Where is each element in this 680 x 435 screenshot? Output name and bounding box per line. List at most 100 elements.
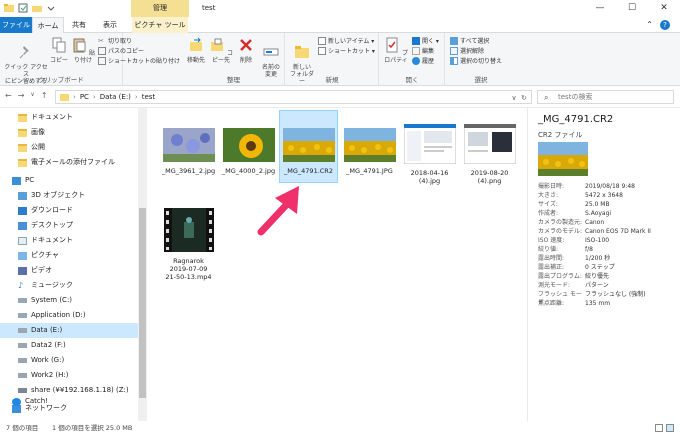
nav-item-public[interactable]: 公開 [0, 140, 138, 155]
folder-icon[interactable] [4, 3, 14, 13]
delete-button[interactable]: 削除 [237, 37, 255, 64]
tab-share[interactable]: 共有 [66, 17, 92, 33]
nav-item-pc[interactable]: PC [0, 173, 138, 188]
tab-home[interactable]: ホーム [32, 17, 64, 34]
shortcut-button[interactable]: ショートカット ▾ [318, 46, 375, 55]
properties-icon[interactable] [18, 3, 28, 13]
nav-item-label: 公開 [31, 143, 45, 151]
paste-button[interactable]: 貼り付け [70, 37, 96, 64]
forward-arrow-icon[interactable]: → [18, 91, 25, 100]
tab-picture-tools[interactable]: ピクチャ ツール [132, 17, 188, 33]
3d-objects-icon [18, 191, 27, 200]
copy-to-button[interactable]: コピー先 [209, 37, 233, 64]
select-all-button[interactable]: すべて選択 [450, 36, 489, 45]
nav-item-documents-quick[interactable]: ドキュメント [0, 110, 138, 125]
nav-item-label: Data2 (F:) [31, 341, 66, 349]
breadcrumb-data-drive[interactable]: Data (E:) [100, 93, 131, 101]
chevron-up-icon[interactable]: ⌃ [646, 20, 653, 30]
copy-path-label: パスのコピー [108, 48, 145, 55]
refresh-icon[interactable]: ↻ [521, 94, 527, 102]
address-bar[interactable]: › PC › Data (E:) › test ∨ ↻ [55, 90, 532, 104]
history-button[interactable]: 履歴 [412, 56, 434, 65]
rename-button[interactable]: 名前の 変更 [259, 37, 283, 78]
select-none-button[interactable]: 選択解除 [450, 46, 484, 55]
detail-value[interactable]: 2019/08/18 9:48 [585, 183, 635, 191]
move-to-button[interactable]: 移動先 [185, 37, 207, 64]
up-arrow-icon[interactable]: ↑ [41, 91, 48, 100]
detail-value[interactable]: S.Aoyagi [585, 210, 611, 218]
nav-item-videos[interactable]: ビデオ [0, 263, 138, 278]
detail-value[interactable]: 1/200 秒 [585, 255, 610, 263]
select-group-label: 選択 [474, 76, 488, 84]
nav-item-data2-f[interactable]: Data2 (F:) [0, 338, 138, 353]
flowers-thumbnail [162, 128, 215, 162]
back-arrow-icon[interactable]: ← [5, 91, 12, 100]
nav-item-work-g[interactable]: Work (G:) [0, 353, 138, 368]
file-item[interactable]: _MG_4791.JPG [340, 128, 399, 175]
nav-item-desktop[interactable]: デスクトップ [0, 218, 138, 233]
new-folder-icon[interactable] [32, 3, 42, 13]
file-item[interactable]: _MG_4000_2.jpg [219, 128, 278, 175]
breadcrumb-separator-icon: › [73, 93, 76, 101]
large-icons-view-icon[interactable] [666, 424, 674, 432]
edit-button[interactable]: 編集 [412, 46, 434, 55]
file-item[interactable]: 2019-08-20 (4).png [460, 123, 519, 185]
recent-dropdown-icon[interactable]: ∨ [30, 91, 34, 100]
nav-item-images[interactable]: 画像 [0, 125, 138, 140]
detail-value[interactable]: Canon [585, 219, 604, 227]
detail-value[interactable]: ISO-100 [585, 237, 609, 245]
help-icon[interactable]: ? [660, 20, 670, 30]
ribbon-group-select: すべて選択 選択解除 選択の切り替え 選択 [446, 33, 516, 86]
navigation-pane: ドキュメント 画像 公開 電子メールの添付ファイル PC 3D オブジェクト ダ… [0, 108, 147, 421]
file-item-selected[interactable]: _MG_4791.CR2 [279, 110, 338, 183]
detail-value[interactable]: Canon EOS 7D Mark II [585, 228, 651, 236]
copy-button[interactable]: コピー [50, 37, 68, 64]
nav-item-music[interactable]: ♪ ミュージック [0, 278, 138, 293]
minimize-button[interactable]: — [584, 0, 616, 17]
file-item[interactable]: Ragnarok 2019-07-09 21-50-13.mp4 [159, 208, 218, 281]
detail-row: カメラの製造元: Canon [538, 219, 678, 227]
chevron-down-icon[interactable]: ∨ [512, 94, 517, 102]
search-input[interactable]: ⌕ testの検索 [537, 90, 674, 104]
window-controls: — ☐ ✕ [584, 0, 680, 17]
nav-item-downloads[interactable]: ダウンロード [0, 203, 138, 218]
new-item-button[interactable]: 新しいアイテム ▾ [318, 36, 374, 45]
nav-item-catch[interactable]: Catch! [0, 394, 138, 409]
nav-scrollbar-thumb[interactable] [139, 208, 146, 398]
sunflower-field-thumbnail [282, 128, 335, 162]
paste-shortcut-button[interactable]: ショートカットの貼り付け [98, 56, 180, 65]
nav-item-label: ピクチャ [31, 251, 59, 259]
details-view-icon[interactable] [655, 424, 663, 432]
nav-item-pictures[interactable]: ピクチャ [0, 248, 138, 263]
detail-value[interactable]: f/8 [585, 246, 593, 254]
file-item[interactable]: 2018-04-16 (4).jpg [400, 123, 459, 185]
properties-button[interactable]: プロパティ [382, 37, 410, 64]
open-button[interactable]: 開く ▾ [412, 36, 439, 45]
detail-value[interactable]: 絞り優先 [585, 273, 609, 281]
invert-selection-button[interactable]: 選択の切り替え [450, 56, 502, 65]
nav-scrollbar[interactable] [138, 108, 147, 421]
nav-item-application-d[interactable]: Application (D:) [0, 308, 138, 323]
network-drive-icon [18, 388, 27, 393]
detail-value[interactable]: 135 mm [585, 300, 610, 308]
detail-value[interactable]: パターン [585, 282, 609, 290]
breadcrumb-test[interactable]: test [142, 93, 155, 101]
tab-file[interactable]: ファイル [0, 17, 32, 33]
tab-view[interactable]: 表示 [96, 17, 124, 33]
cut-button[interactable]: ✂ 切り取り [98, 36, 132, 46]
chevron-down-icon[interactable] [46, 3, 56, 13]
file-item[interactable]: _MG_3961_2.jpg [159, 128, 218, 175]
breadcrumb-pc[interactable]: PC [80, 93, 89, 101]
organize-group-label: 整理 [227, 76, 240, 84]
detail-value[interactable]: 0 ステップ [585, 264, 615, 272]
nav-item-label: ダウンロード [31, 206, 73, 214]
nav-item-system-c[interactable]: System (C:) [0, 293, 138, 308]
maximize-button[interactable]: ☐ [616, 0, 648, 17]
nav-item-email-attachments[interactable]: 電子メールの添付ファイル [0, 155, 138, 170]
nav-item-work2-h[interactable]: Work2 (H:) [0, 368, 138, 383]
nav-item-data-e[interactable]: Data (E:) [0, 323, 138, 338]
nav-item-3d-objects[interactable]: 3D オブジェクト [0, 188, 138, 203]
close-button[interactable]: ✕ [648, 0, 680, 17]
copy-path-button[interactable]: パスのコピー [98, 46, 144, 55]
nav-item-documents[interactable]: ドキュメント [0, 233, 138, 248]
